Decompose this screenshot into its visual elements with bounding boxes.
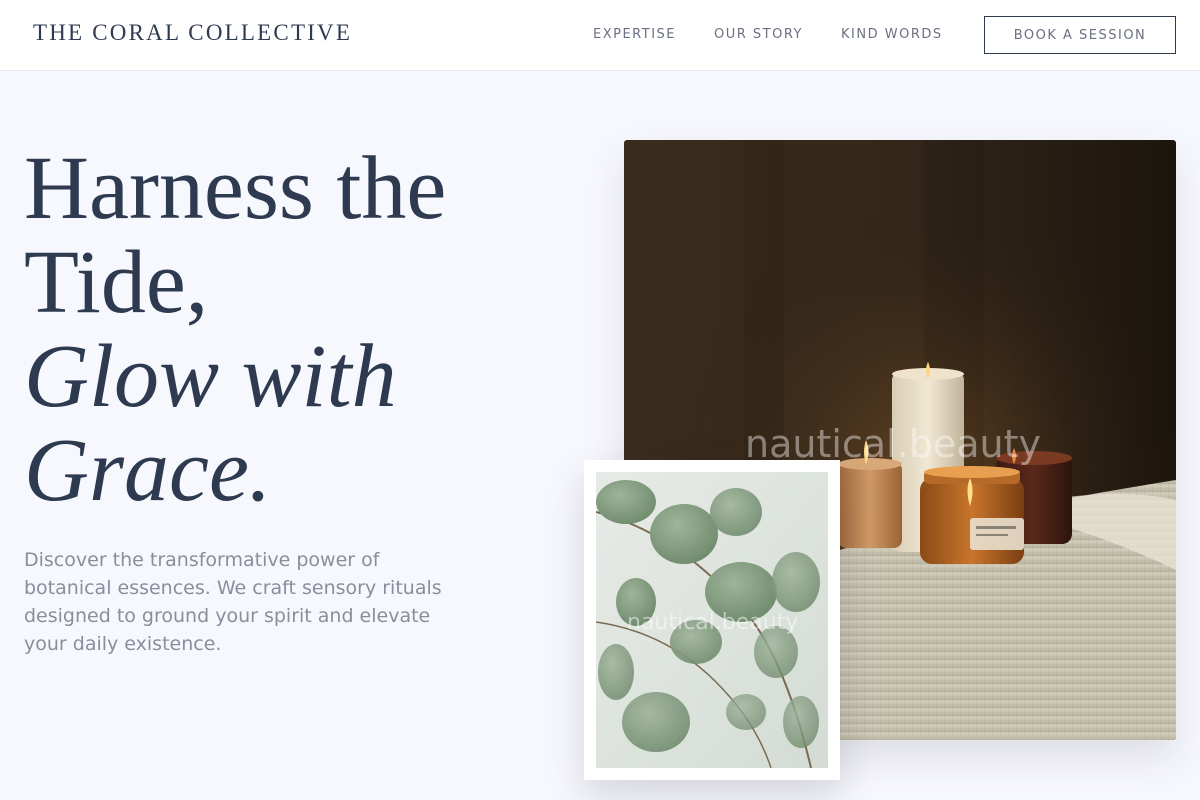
nav-link-kind-words[interactable]: KIND WORDS	[841, 27, 943, 42]
headline-line-1: Harness the	[24, 139, 447, 238]
nav-link-our-story[interactable]: OUR STORY	[714, 27, 803, 42]
book-session-button[interactable]: BOOK A SESSION	[984, 16, 1176, 54]
eucalyptus-photo	[596, 472, 828, 768]
nav-link-expertise[interactable]: EXPERTISE	[593, 27, 676, 42]
headline-line-4: Grace.	[24, 421, 272, 520]
top-navbar: THE CORAL COLLECTIVE EXPERTISE OUR STORY…	[0, 0, 1200, 71]
eucalyptus-photo-frame	[584, 460, 840, 780]
headline-line-2: Tide,	[24, 233, 209, 332]
hero-headline: Harness the Tide, Glow with Grace.	[24, 142, 544, 518]
hero-description: Discover the transformative power of bot…	[24, 549, 442, 655]
headline-line-3: Glow with	[24, 327, 397, 426]
brand-logo[interactable]: THE CORAL COLLECTIVE	[33, 20, 352, 46]
